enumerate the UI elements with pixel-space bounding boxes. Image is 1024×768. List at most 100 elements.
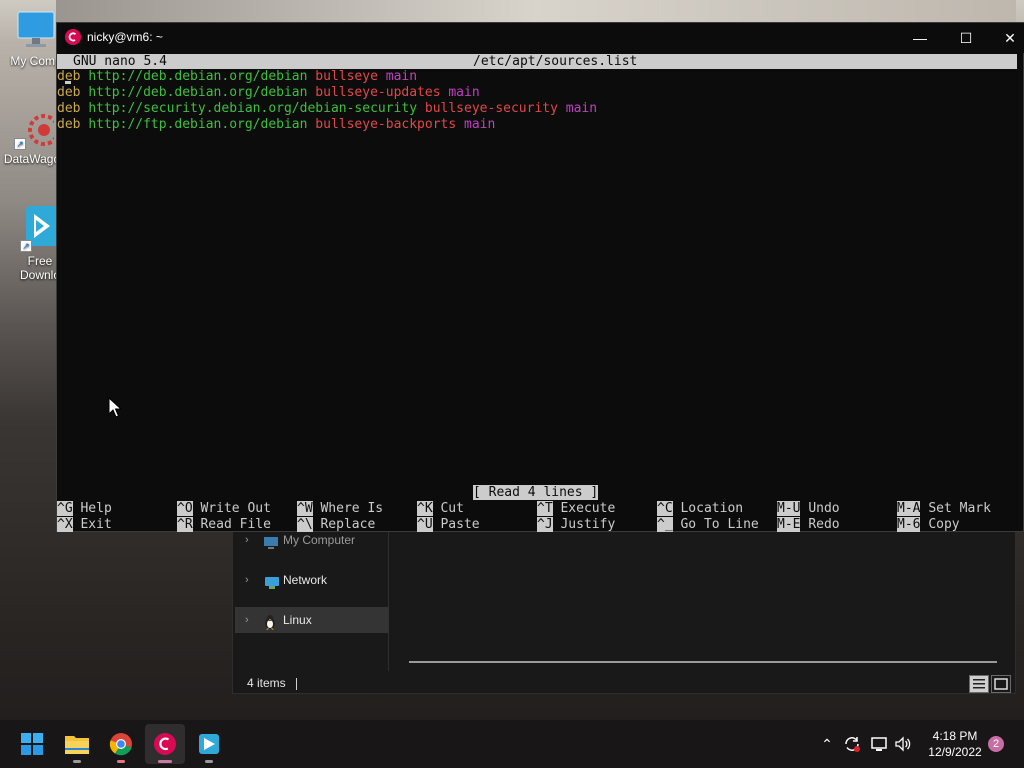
status-divider [295, 677, 297, 690]
nav-item-label: Network [283, 573, 328, 587]
shortcut-where-is[interactable]: ^W Where Is [297, 501, 383, 517]
source-type: deb [57, 85, 81, 100]
shortcut-exit[interactable]: ^X Exit [57, 517, 112, 533]
shortcut-label: Set Mark [928, 501, 991, 516]
debian-icon [65, 29, 81, 45]
chevron-up-icon[interactable]: ⌃ [817, 734, 837, 754]
shortcut-justify[interactable]: ^J Justify [537, 517, 615, 533]
shortcut-label: Exit [80, 517, 112, 532]
shortcut-label: Go To Line [680, 517, 759, 532]
horizontal-scrollbar[interactable] [409, 661, 997, 663]
shortcut-location[interactable]: ^C Location [657, 501, 743, 517]
shortcut-cut[interactable]: ^K Cut [417, 501, 464, 517]
shortcut-set-mark[interactable]: M-A Set Mark [897, 501, 991, 517]
shortcut-key: ^U [417, 517, 433, 532]
shortcut-label: Paste [440, 517, 480, 532]
shortcut-key: ^J [537, 517, 553, 532]
shortcut-key: M-A [897, 501, 921, 516]
list-view-icon [973, 679, 985, 689]
network-monitor-icon[interactable] [869, 734, 889, 754]
nano-editor[interactable]: GNU nano 5.4 /etc/apt/sources.list deb h… [57, 53, 1017, 533]
shortcut-label: Undo [808, 501, 840, 516]
shortcut-key: ^O [177, 501, 193, 516]
explorer-navigation-pane: › My Computer › Network › Linux [233, 531, 389, 671]
running-indicator [117, 760, 125, 763]
maximize-button[interactable]: ☐ [943, 23, 989, 53]
running-indicator [158, 760, 172, 763]
shortcut-label: Redo [808, 517, 840, 532]
desktop-icon-datawagon[interactable]: ↗ DataWago [0, 108, 64, 166]
sync-icon[interactable] [842, 734, 862, 754]
source-line[interactable]: deb http://deb.debian.org/debian bullsey… [57, 85, 480, 101]
free-download-manager-icon [199, 734, 219, 754]
shortcut-label: Write Out [200, 501, 271, 516]
source-suite: bullseye-security [424, 101, 558, 116]
taskbar-debian-terminal[interactable] [145, 724, 185, 764]
file-explorer-window[interactable]: › My Computer › Network › Linux 4 items [232, 530, 1016, 694]
shortcut-replace[interactable]: ^\ Replace [297, 517, 375, 533]
running-indicator [73, 760, 81, 763]
chrome-icon [109, 733, 132, 756]
shortcut-label: Execute [560, 501, 616, 516]
details-view-button[interactable] [969, 675, 989, 693]
computer-icon [263, 533, 279, 549]
mouse-pointer-icon [108, 396, 123, 419]
shortcut-label: Justify [560, 517, 616, 532]
chevron-right-icon[interactable]: › [245, 607, 249, 633]
wallpaper-highlight [56, 0, 1016, 22]
shortcut-copy[interactable]: M-6 Copy [897, 517, 960, 533]
close-button[interactable]: ✕ [987, 23, 1024, 53]
text-cursor [65, 81, 71, 84]
source-component: main [448, 85, 480, 100]
tiles-view-icon [994, 678, 1008, 690]
shortcut-arrow-icon: ↗ [20, 240, 32, 252]
shortcut-key: M-U [777, 501, 801, 516]
source-url: http://deb.debian.org/debian [88, 85, 308, 100]
free-download-icon [16, 204, 60, 246]
shortcut-help[interactable]: ^G Help [57, 501, 112, 517]
shortcut-key: ^X [57, 517, 73, 532]
shortcut-key: ^T [537, 501, 553, 516]
tiles-view-button[interactable] [991, 675, 1011, 693]
notification-badge[interactable]: 2 [988, 736, 1004, 752]
shortcut-paste[interactable]: ^U Paste [417, 517, 480, 533]
nano-filename: /etc/apt/sources.list [473, 54, 638, 69]
shortcut-key: ^K [417, 501, 433, 516]
shortcut-undo[interactable]: M-U Undo [777, 501, 840, 517]
taskbar-file-explorer[interactable] [57, 724, 97, 764]
taskbar: ⌃ 4:18 PM 12/9/2022 [0, 720, 1024, 768]
shortcut-key: M-E [777, 517, 801, 532]
shortcut-write-out[interactable]: ^O Write Out [177, 501, 271, 517]
source-url: http://deb.debian.org/debian [88, 69, 308, 84]
volume-icon[interactable] [893, 734, 913, 754]
source-component: main [464, 117, 496, 132]
desktop-icon-label: DataWago [3, 152, 61, 166]
terminal-scrollbar[interactable] [1016, 52, 1024, 530]
start-icon [21, 733, 43, 755]
source-url: http://ftp.debian.org/debian [88, 117, 308, 132]
terminal-titlebar[interactable]: nicky@vm6: ~ — ☐ ✕ [1, 23, 1024, 53]
shortcut-execute[interactable]: ^T Execute [537, 501, 615, 517]
nav-item-linux[interactable]: › Linux [235, 607, 389, 633]
start-button[interactable] [12, 724, 52, 764]
source-line[interactable]: deb http://ftp.debian.org/debian bullsey… [57, 117, 495, 133]
source-line[interactable]: deb http://deb.debian.org/debian bullsey… [57, 69, 417, 85]
taskbar-chrome[interactable] [101, 724, 141, 764]
shortcut-label: Replace [320, 517, 376, 532]
source-suite: bullseye-updates [315, 85, 441, 100]
minimize-button[interactable]: — [897, 23, 943, 53]
nav-item-label: My Computer [283, 533, 356, 547]
shortcut-redo[interactable]: M-E Redo [777, 517, 840, 533]
nano-header-bar: GNU nano 5.4 /etc/apt/sources.list [57, 54, 1017, 69]
item-count: 4 items [247, 676, 286, 690]
shortcut-read-file[interactable]: ^R Read File [177, 517, 271, 533]
system-clock[interactable]: 4:18 PM 12/9/2022 [924, 728, 986, 760]
taskbar-free-download-manager[interactable] [189, 724, 229, 764]
source-line[interactable]: deb http://security.debian.org/debian-se… [57, 101, 597, 117]
nav-item-label: Linux [283, 613, 312, 627]
terminal-window[interactable]: nicky@vm6: ~ — ☐ ✕ GNU nano 5.4 /etc/apt… [56, 22, 1024, 532]
nav-item-network[interactable]: › Network [235, 567, 389, 593]
nano-version: GNU nano 5.4 [73, 54, 167, 69]
shortcut-go-to-line[interactable]: ^_ Go To Line [657, 517, 759, 533]
chevron-right-icon[interactable]: › [245, 567, 249, 593]
